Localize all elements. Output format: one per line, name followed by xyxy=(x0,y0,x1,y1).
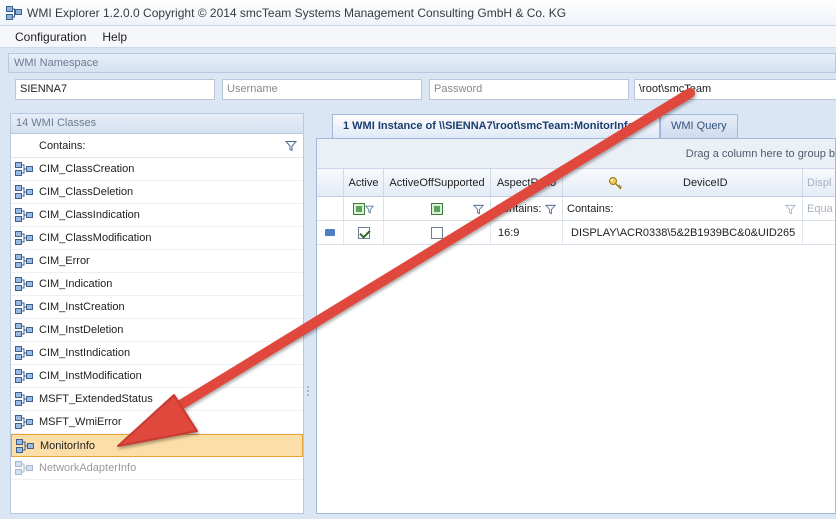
class-name: MSFT_ExtendedStatus xyxy=(39,393,153,405)
wmi-class-icon xyxy=(15,277,33,291)
row-indicator-icon xyxy=(325,229,335,236)
list-item[interactable]: CIM_InstModification xyxy=(11,365,303,388)
class-name: CIM_Error xyxy=(39,255,90,267)
app-icon xyxy=(6,5,22,20)
cell-display[interactable] xyxy=(803,221,835,245)
wmi-class-icon xyxy=(15,415,33,429)
class-filter-row[interactable]: Contains: xyxy=(11,134,303,158)
filter-icon[interactable] xyxy=(365,205,374,214)
filter-aspect-cell[interactable]: Contains: xyxy=(491,197,563,221)
class-name: CIM_ClassDeletion xyxy=(39,186,134,198)
group-by-panel[interactable]: Drag a column here to group b xyxy=(317,139,835,169)
list-item[interactable]: CIM_ClassCreation xyxy=(11,158,303,181)
tab-instances[interactable]: 1 WMI Instance of \\SIENNA7\root\smcTeam… xyxy=(332,114,660,138)
class-filter-label: Contains: xyxy=(39,139,86,152)
list-item[interactable]: CIM_InstDeletion xyxy=(11,319,303,342)
splitter-grip-icon[interactable] xyxy=(306,385,310,397)
wmi-class-icon xyxy=(15,231,33,245)
class-name: MonitorInfo xyxy=(40,439,96,452)
filter-checkbox-icon[interactable] xyxy=(353,203,365,215)
password-input[interactable]: Password xyxy=(429,79,629,100)
list-item[interactable]: MSFT_WmiError xyxy=(11,411,303,434)
filter-icon[interactable] xyxy=(785,204,796,215)
list-item[interactable]: CIM_Indication xyxy=(11,273,303,296)
class-name: CIM_InstCreation xyxy=(39,301,125,313)
list-item[interactable]: CIM_Error xyxy=(11,250,303,273)
activeoff-checkbox[interactable] xyxy=(431,227,443,240)
filter-display-cell[interactable]: Equa xyxy=(803,197,835,221)
class-name: CIM_InstDeletion xyxy=(39,324,124,336)
wmi-class-icon xyxy=(15,254,33,268)
filter-icon[interactable] xyxy=(473,204,484,215)
filter-aspect-label: Contains: xyxy=(495,203,542,215)
wmi-class-icon xyxy=(15,162,33,176)
column-header-aspectratio[interactable]: AspectRatio xyxy=(491,169,563,197)
menu-help[interactable]: Help xyxy=(94,26,135,48)
filter-icon[interactable] xyxy=(545,204,556,215)
filter-deviceid-cell[interactable]: Contains: xyxy=(563,197,803,221)
class-rows: CIM_ClassCreation CIM_ClassDeletion CIM_Cl… xyxy=(11,158,303,480)
cell-aspectratio[interactable]: 16:9 xyxy=(491,221,563,245)
filter-icon[interactable] xyxy=(285,140,297,152)
filter-row-selector xyxy=(317,197,344,221)
cell-activeoffsupported[interactable] xyxy=(384,221,491,245)
window-title: WMI Explorer 1.2.0.0 Copyright © 2014 sm… xyxy=(27,5,567,20)
namespace-input[interactable]: \root\smcTeam xyxy=(634,79,836,100)
wmi-class-icon xyxy=(15,369,33,383)
wmi-class-icon xyxy=(15,346,33,360)
wmi-class-icon xyxy=(16,438,34,453)
key-icon xyxy=(609,177,622,190)
filter-active-cell[interactable] xyxy=(344,197,384,221)
list-item[interactable]: CIM_ClassModification xyxy=(11,227,303,250)
column-header-deviceid-label: DeviceID xyxy=(683,177,728,189)
title-bar: WMI Explorer 1.2.0.0 Copyright © 2014 sm… xyxy=(0,0,836,26)
active-checkbox[interactable] xyxy=(357,227,370,240)
username-input[interactable]: Username xyxy=(222,79,422,100)
tab-wmi-query[interactable]: WMI Query xyxy=(660,114,738,138)
class-name: CIM_ClassIndication xyxy=(39,209,140,221)
wmi-class-icon xyxy=(15,323,33,337)
column-header-deviceid[interactable]: DeviceID xyxy=(563,169,803,197)
list-item[interactable]: MSFT_ExtendedStatus xyxy=(11,388,303,411)
filter-activeoff-cell[interactable] xyxy=(384,197,491,221)
row-indicator xyxy=(317,221,344,245)
class-name: CIM_Indication xyxy=(39,278,113,290)
grid-header-row: Active ActiveOffSupported AspectRatio De… xyxy=(317,169,835,197)
cell-active[interactable] xyxy=(344,221,384,245)
class-name: CIM_InstIndication xyxy=(39,347,131,359)
menu-bar: Configuration Help xyxy=(0,26,836,48)
wmi-class-icon xyxy=(15,185,33,199)
instance-grid: Drag a column here to group b Active Act… xyxy=(316,138,836,514)
class-name: CIM_InstModification xyxy=(39,370,142,382)
list-item[interactable]: CIM_ClassDeletion xyxy=(11,181,303,204)
namespace-panel-header: WMI Namespace xyxy=(8,53,836,73)
list-item[interactable]: CIM_InstCreation xyxy=(11,296,303,319)
cell-deviceid[interactable]: DISPLAY\ACR0338\5&2B1939BC&0&UID265 xyxy=(563,221,803,245)
class-name: NetworkAdapterInfo xyxy=(39,462,137,474)
classes-panel-header: 14 WMI Classes xyxy=(10,113,304,134)
menu-configuration[interactable]: Configuration xyxy=(7,26,94,48)
list-item[interactable]: CIM_ClassIndication xyxy=(11,204,303,227)
list-item[interactable]: NetworkAdapterInfo xyxy=(11,457,303,480)
grid-filter-row: Contains: Contains: Equa xyxy=(317,197,835,221)
list-item[interactable]: MonitorInfo xyxy=(11,434,303,457)
filter-checkbox-icon[interactable] xyxy=(431,203,443,215)
table-row[interactable]: 16:9 DISPLAY\ACR0338\5&2B1939BC&0&UID265 xyxy=(317,221,835,245)
wmi-class-icon xyxy=(15,461,33,475)
column-header-activeoffsupported[interactable]: ActiveOffSupported xyxy=(384,169,491,197)
column-header-display[interactable]: Displ xyxy=(803,169,835,197)
class-list: Contains: CIM_ClassCreation CIM_ClassDele… xyxy=(10,134,304,514)
list-item[interactable]: CIM_InstIndication xyxy=(11,342,303,365)
class-name: CIM_ClassModification xyxy=(39,232,152,244)
wmi-class-icon xyxy=(15,208,33,222)
wmi-class-icon xyxy=(15,392,33,406)
wmi-class-icon xyxy=(15,300,33,314)
row-selector-header xyxy=(317,169,344,197)
computer-input[interactable]: SIENNA7 xyxy=(15,79,215,100)
namespace-panel: SIENNA7 Username Password \root\smcTeam xyxy=(8,74,836,104)
column-header-active[interactable]: Active xyxy=(344,169,384,197)
class-name: CIM_ClassCreation xyxy=(39,163,135,175)
class-name: MSFT_WmiError xyxy=(39,416,122,428)
filter-deviceid-label: Contains: xyxy=(567,203,614,215)
